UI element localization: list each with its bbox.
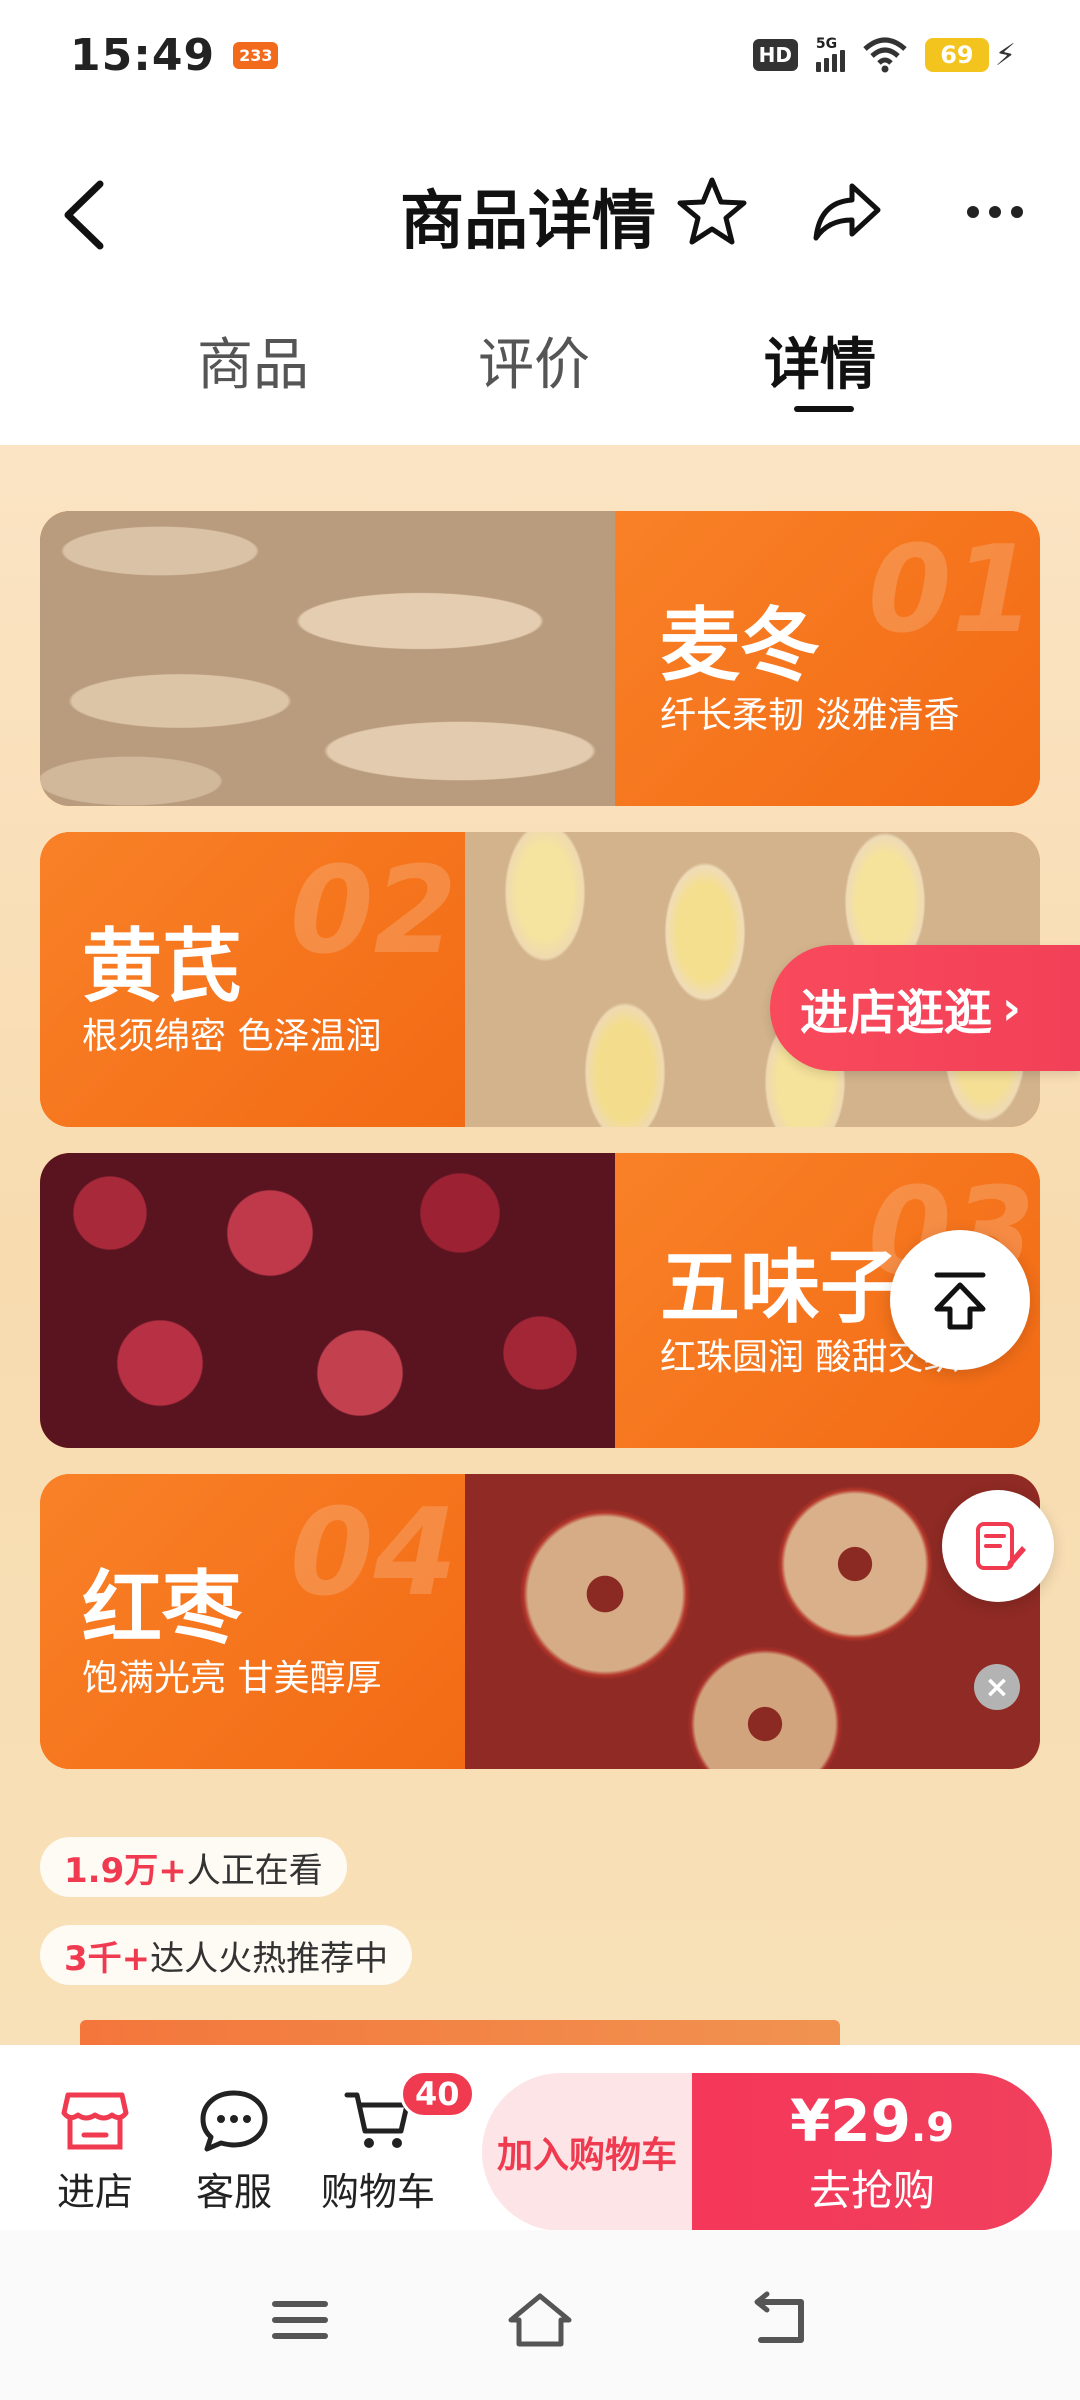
back-button[interactable] — [56, 170, 116, 260]
product-card-hongzao: 04 红枣 饱满光亮 甘美醇厚 — [40, 1474, 1040, 1769]
favorite-button[interactable] — [672, 172, 752, 252]
status-bar: 15:49 233 HD 5G 69 ⚡ — [0, 0, 1080, 110]
system-nav-bar — [0, 2230, 1080, 2400]
back-nav-icon — [754, 2291, 804, 2343]
back-system-button[interactable] — [745, 2290, 815, 2350]
hd-icon: HD — [752, 39, 798, 71]
tab-reviews[interactable]: 评价 — [478, 320, 590, 401]
home-button[interactable] — [505, 2290, 575, 2350]
wifi-icon — [863, 37, 907, 73]
back-to-top-icon — [934, 1272, 986, 1330]
recommend-count: 3千+ — [64, 1938, 151, 1979]
recommend-text: 达人火热推荐中 — [150, 1938, 389, 1979]
status-time: 15:49 — [70, 29, 216, 81]
tab-product[interactable]: 商品 — [197, 320, 309, 401]
star-icon — [677, 177, 747, 245]
more-button[interactable] — [955, 172, 1035, 252]
viewing-text: 人正在看 — [186, 1850, 323, 1891]
enter-shop-float-button[interactable]: 进店逛逛 › — [770, 945, 1080, 1071]
more-dot-icon — [1011, 206, 1023, 218]
buy-now-button[interactable]: ¥29.9 去抢购 — [692, 2073, 1052, 2231]
enter-shop-label: 进店逛逛 — [800, 985, 993, 1041]
action-bar: 进店 客服 购物车 40 加入购物车 ¥29.9 去抢购 — [0, 2045, 1080, 2231]
purchase-group: 加入购物车 ¥29.9 去抢购 — [482, 2073, 1052, 2231]
product-card-maidong: 01 麦冬 纤长柔韧 淡雅清香 — [40, 511, 1040, 806]
menu-icon — [272, 2301, 328, 2339]
more-dot-icon — [989, 206, 1001, 218]
card-number: 02 — [290, 842, 457, 981]
buy-now-label: 去抢购 — [808, 2165, 935, 2215]
wuweizi-image — [40, 1153, 615, 1448]
tab-details[interactable]: 详情 — [764, 320, 876, 401]
share-icon — [813, 183, 881, 241]
more-dot-icon — [967, 206, 979, 218]
close-icon: × — [984, 1669, 1010, 1705]
card-name: 五味子 — [660, 1241, 900, 1334]
maidong-image — [40, 511, 615, 806]
share-button[interactable] — [806, 172, 886, 252]
recommend-count-pill: 3千+ 达人火热推荐中 — [40, 1925, 413, 1985]
customer-service-button[interactable]: 客服 — [174, 2089, 294, 2216]
home-icon — [508, 2293, 572, 2347]
chevron-right-icon: › — [1002, 981, 1021, 1035]
tab-active-indicator — [794, 406, 854, 412]
notes-float-button[interactable] — [942, 1490, 1054, 1602]
card-number: 04 — [290, 1484, 457, 1623]
card-desc: 饱满光亮 甘美醇厚 — [82, 1658, 382, 1699]
shop-button[interactable]: 进店 — [35, 2089, 155, 2216]
edit-note-icon — [976, 1522, 1026, 1570]
card-desc: 根须绵密 色泽温润 — [82, 1016, 382, 1057]
viewing-count: 1.9万+ — [64, 1850, 187, 1891]
tab-bar: 商品 评价 详情 — [0, 320, 1080, 420]
price-decimal: .9 — [911, 2104, 955, 2151]
back-arrow-icon — [64, 180, 104, 250]
service-label: 客服 — [195, 2170, 272, 2214]
card-name: 黄芪 — [82, 920, 242, 1013]
status-icons: HD 5G 69 ⚡ — [752, 36, 1016, 73]
recent-apps-button[interactable] — [265, 2290, 335, 2350]
price-main: ¥29 — [789, 2086, 912, 2155]
notification-badge: 233 — [233, 41, 279, 69]
nav-header: 商品详情 — [0, 110, 1080, 310]
cart-count-badge: 40 — [400, 2070, 475, 2118]
charging-icon: ⚡ — [994, 37, 1016, 73]
card-name: 麦冬 — [660, 599, 820, 692]
card-number: 01 — [868, 521, 1035, 660]
page-title: 商品详情 — [400, 185, 656, 259]
card-desc: 纤长柔韧 淡雅清香 — [660, 695, 960, 736]
card-name: 红枣 — [82, 1562, 242, 1655]
back-to-top-button[interactable] — [890, 1230, 1030, 1370]
battery-level: 69 — [924, 38, 989, 72]
price: ¥29.9 — [790, 2087, 954, 2155]
shop-icon — [61, 2092, 129, 2150]
signal-icon: 5G — [815, 36, 845, 72]
add-to-cart-button[interactable]: 加入购物车 — [482, 2073, 692, 2231]
battery-icon: 69 ⚡ — [924, 37, 1016, 73]
chat-icon — [200, 2090, 268, 2152]
shop-label: 进店 — [56, 2170, 133, 2214]
viewing-count-pill: 1.9万+ 人正在看 — [40, 1837, 347, 1897]
cart-label: 购物车 — [320, 2170, 435, 2214]
close-float-button[interactable]: × — [974, 1664, 1020, 1710]
